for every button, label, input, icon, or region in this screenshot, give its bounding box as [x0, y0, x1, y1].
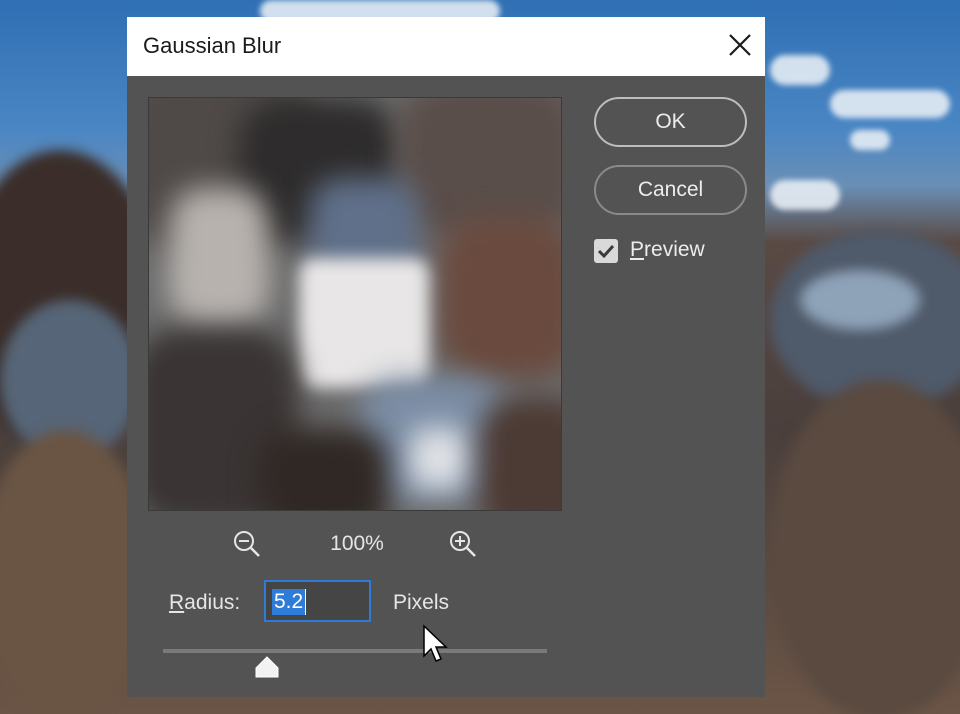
- ok-button[interactable]: OK: [594, 97, 747, 147]
- radius-slider-track[interactable]: [163, 649, 547, 653]
- close-icon[interactable]: [727, 29, 753, 61]
- radius-input[interactable]: 5.2: [264, 580, 371, 622]
- dialog-title: Gaussian Blur: [143, 33, 282, 58]
- preview-label: Preview: [630, 238, 705, 261]
- radius-slider-thumb[interactable]: [255, 656, 279, 678]
- zoom-out-icon[interactable]: [231, 528, 263, 560]
- zoom-in-icon[interactable]: [447, 528, 479, 560]
- cancel-button[interactable]: Cancel: [594, 165, 747, 215]
- gaussian-blur-dialog: Gaussian Blur 100% Radius: 5.2 Pixels OK…: [127, 17, 765, 697]
- blur-preview-image[interactable]: [148, 97, 562, 511]
- zoom-level: 100%: [330, 532, 384, 555]
- radius-label: Radius:: [169, 591, 241, 614]
- radius-value: 5.2: [272, 589, 306, 615]
- preview-checkbox[interactable]: [594, 239, 618, 263]
- title-bar: Gaussian Blur: [127, 17, 765, 76]
- radius-unit-label: Pixels: [393, 591, 450, 614]
- zoom-controls: 100%: [127, 522, 587, 562]
- text-caret: [305, 589, 306, 615]
- mouse-cursor-icon: [422, 624, 448, 664]
